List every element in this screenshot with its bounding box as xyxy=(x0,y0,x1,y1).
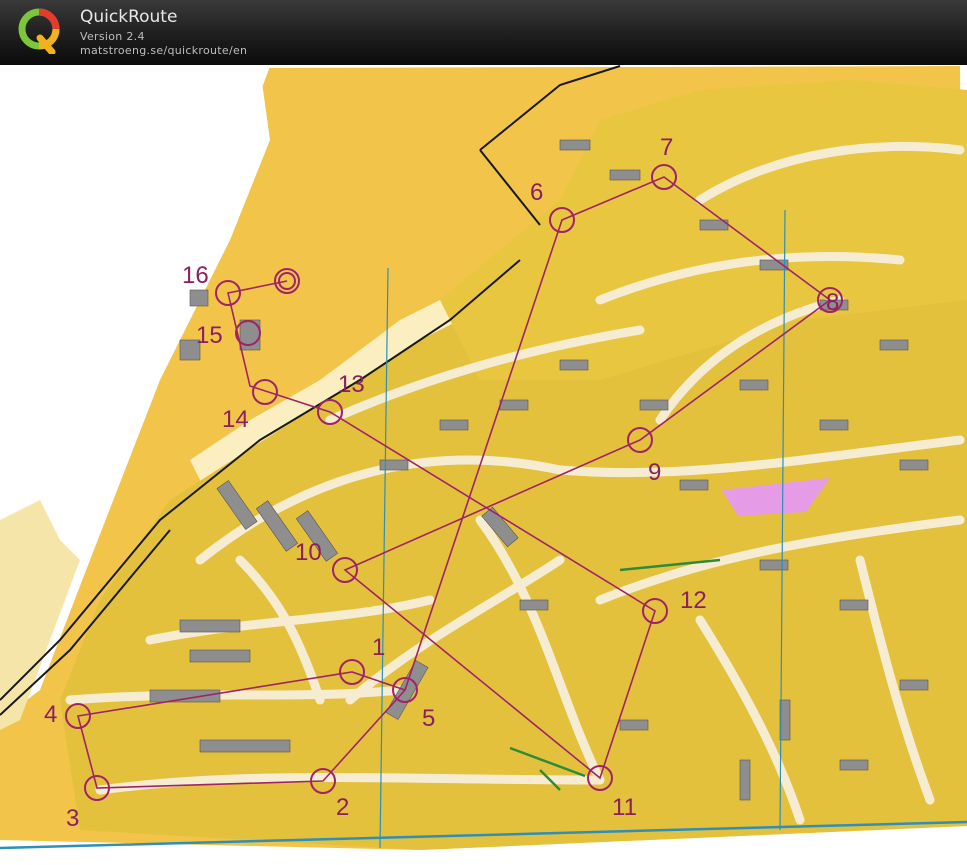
control-number-10: 10 xyxy=(295,539,322,566)
quickroute-q-logo-icon xyxy=(18,8,60,54)
control-number-9: 9 xyxy=(648,459,661,486)
control-number-13: 13 xyxy=(338,371,365,398)
control-number-5: 5 xyxy=(422,705,435,732)
app-url: matstroeng.se/quickroute/en xyxy=(80,44,248,57)
app-title: QuickRoute xyxy=(80,7,178,27)
control-number-11: 11 xyxy=(612,794,637,821)
title-bar: QuickRoute Version 2.4 matstroeng.se/qui… xyxy=(0,0,967,65)
control-number-7: 7 xyxy=(660,134,673,161)
control-number-1: 1 xyxy=(372,634,385,661)
control-number-8: 8 xyxy=(826,289,839,316)
control-number-6: 6 xyxy=(530,179,543,206)
control-number-14: 14 xyxy=(222,406,249,433)
control-number-3: 3 xyxy=(66,805,79,832)
control-number-4: 4 xyxy=(44,701,57,728)
app-version: Version 2.4 xyxy=(80,30,145,43)
orienteering-map[interactable]: 1 2 3 4 5 6 7 8 9 10 11 12 13 14 15 16 xyxy=(0,65,967,865)
control-number-15: 15 xyxy=(196,322,223,349)
control-number-2: 2 xyxy=(336,794,349,821)
control-number-16: 16 xyxy=(182,262,209,289)
control-number-12: 12 xyxy=(680,587,707,614)
